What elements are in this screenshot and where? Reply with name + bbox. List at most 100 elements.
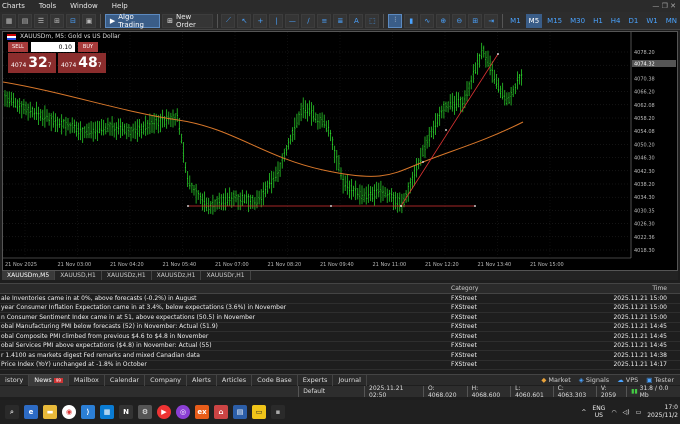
chart-tab[interactable]: XAUUSDz,H1 <box>152 271 202 280</box>
trendline-icon[interactable]: ∕ <box>301 13 316 28</box>
table-row[interactable]: obal Manufacturing PMI below forecasts (… <box>0 323 680 332</box>
tab-calendar[interactable]: Calendar <box>105 374 146 386</box>
vps-link[interactable]: ☁ VPS <box>617 376 638 384</box>
cursor-icon[interactable]: ↖ <box>237 13 252 28</box>
tab-code-base[interactable]: Code Base <box>252 374 298 386</box>
crosshair-icon[interactable]: + <box>253 13 268 28</box>
price-tick-label: 4042.30 <box>634 169 655 175</box>
youtube-icon[interactable]: ▶ <box>157 405 171 419</box>
battery-icon[interactable]: ▭ <box>636 409 642 416</box>
tab-news[interactable]: News 99 <box>29 374 69 386</box>
tf-h1[interactable]: H1 <box>590 14 606 28</box>
sell-button[interactable]: SELL <box>8 42 28 52</box>
media-icon[interactable]: ◎ <box>176 405 190 419</box>
tab-experts[interactable]: Experts <box>298 374 334 386</box>
chevron-up-icon[interactable]: ^ <box>581 409 586 416</box>
zoom-in-icon[interactable]: ⊕ <box>436 13 451 28</box>
autoscroll-icon[interactable]: ⇥ <box>484 13 499 28</box>
zoom-out-icon[interactable]: ⊖ <box>452 13 467 28</box>
time-tick-label: 21 Nov 12:20 <box>425 262 459 268</box>
tf-w1[interactable]: W1 <box>643 14 660 28</box>
menu-charts[interactable]: Charts <box>2 2 25 10</box>
tf-m5[interactable]: M5 <box>525 13 543 28</box>
terminal-icon[interactable]: ▣ <box>82 13 96 28</box>
chrome-icon[interactable]: ◉ <box>62 405 76 419</box>
lot-size-input[interactable]: 0.10 <box>31 42 75 52</box>
hline-icon[interactable]: — <box>285 13 300 28</box>
new-chart-icon[interactable]: ▦ <box>2 13 16 28</box>
candles-icon[interactable]: ▮ <box>404 13 419 28</box>
volume-icon[interactable]: ◁) <box>623 409 630 416</box>
market-watch-icon[interactable]: ☰ <box>34 13 48 28</box>
price-chart[interactable]: 4078.20 4074.32 4070.38 4066.20 4062.08 4058.… <box>2 31 678 271</box>
bid-price[interactable]: 4074 32 7 <box>8 53 56 73</box>
tf-h4[interactable]: H4 <box>608 14 624 28</box>
tab-journal[interactable]: Journal <box>333 374 367 386</box>
trend-icon[interactable]: ⟋ <box>221 13 236 28</box>
menu-help[interactable]: Help <box>112 2 128 10</box>
algo-trading-button[interactable]: ▶ Algo Trading <box>104 13 161 29</box>
ask-price[interactable]: 4074 48 7 <box>58 53 106 73</box>
bar-chart-icon[interactable]: ⫶ <box>388 13 403 28</box>
table-row[interactable]: year Consumer Inflation Expectation came… <box>0 304 680 313</box>
table-row[interactable]: obal Services PMI above expectations ($4… <box>0 342 680 351</box>
window-controls[interactable]: — ❐ ✕ <box>652 2 676 10</box>
tab-company[interactable]: Company <box>145 374 188 386</box>
notes-icon[interactable]: ▭ <box>252 405 266 419</box>
data-window-icon[interactable]: ⊟ <box>66 13 80 28</box>
buy-button[interactable]: BUY <box>78 42 98 52</box>
new-order-button[interactable]: ⊞ New Order <box>162 13 213 29</box>
terminal-app-icon[interactable]: ▪ <box>271 405 285 419</box>
tf-mn[interactable]: MN <box>663 14 680 28</box>
navigator-icon[interactable]: ⊞ <box>50 13 64 28</box>
table-row[interactable]: ale Inventories came in at 0%, above for… <box>0 294 680 304</box>
excel-icon[interactable]: ex <box>195 405 209 419</box>
channel-icon[interactable]: ≡ <box>317 13 332 28</box>
wifi-icon[interactable]: ◠ <box>611 409 616 416</box>
table-row[interactable]: obal Composite PMI climbed from previous… <box>0 332 680 342</box>
chart-tab[interactable]: XAUUSDm,M5 <box>2 271 56 280</box>
app-icon[interactable]: ⌂ <box>214 405 228 419</box>
tf-m1[interactable]: M1 <box>507 14 524 28</box>
tf-m15[interactable]: M15 <box>544 14 565 28</box>
status-high: H: 4068.600 <box>466 385 511 399</box>
vline-icon[interactable]: | <box>269 13 284 28</box>
chart-tab[interactable]: XAUUSDz,H1 <box>102 271 152 280</box>
settings-icon[interactable]: ⚙ <box>138 405 152 419</box>
line-chart-icon[interactable]: ∿ <box>420 13 435 28</box>
vscode-icon[interactable]: ⟩ <box>81 405 95 419</box>
tab-alerts[interactable]: Alerts <box>187 374 217 386</box>
column-time[interactable]: Time <box>567 284 667 293</box>
tab-articles[interactable]: Articles <box>217 374 253 386</box>
profiles-icon[interactable]: ▤ <box>18 13 32 28</box>
tf-m30[interactable]: M30 <box>567 14 588 28</box>
text-icon[interactable]: A <box>349 13 364 28</box>
menu-tools[interactable]: Tools <box>39 2 56 10</box>
shapes-icon[interactable]: ⬚ <box>365 13 380 28</box>
grid-icon[interactable]: ⊞ <box>468 13 483 28</box>
search-icon[interactable]: ⌕ <box>5 405 19 419</box>
chart-tab[interactable]: XAUUSDr,H1 <box>201 271 251 280</box>
file-explorer-icon[interactable]: ▬ <box>43 405 57 419</box>
mt5-icon[interactable]: ▤ <box>233 405 247 419</box>
status-open: O: 4068.020 <box>422 385 467 399</box>
chart-tab[interactable]: XAUUSD,H1 <box>55 271 102 280</box>
menu-window[interactable]: Window <box>70 2 98 10</box>
signals-link[interactable]: ◈ Signals <box>579 376 609 384</box>
fibo-icon[interactable]: ≣ <box>333 13 348 28</box>
tab-history[interactable]: istory <box>0 374 30 386</box>
market-link[interactable]: ◆ Market <box>541 376 570 384</box>
edge-icon[interactable]: e <box>24 405 38 419</box>
clock[interactable]: 17:0 2025/11/2 <box>647 404 678 420</box>
tester-link[interactable]: ▣ Tester <box>646 376 674 384</box>
signal-icon: ▮▮ <box>631 388 638 395</box>
column-category[interactable]: Category <box>447 284 567 293</box>
tf-d1[interactable]: D1 <box>626 14 642 28</box>
table-row[interactable]: n Consumer Sentiment Index came in at 51… <box>0 313 680 323</box>
tab-mailbox[interactable]: Mailbox <box>69 374 105 386</box>
table-row[interactable]: r 1.4100 as markets digest Fed remarks a… <box>0 351 680 361</box>
table-row[interactable]: Price Index (YoY) unchanged at -1.8% in … <box>0 361 680 370</box>
store-icon[interactable]: ▦ <box>100 405 114 419</box>
language-indicator[interactable]: ENG US <box>592 405 605 419</box>
notion-icon[interactable]: N <box>119 405 133 419</box>
